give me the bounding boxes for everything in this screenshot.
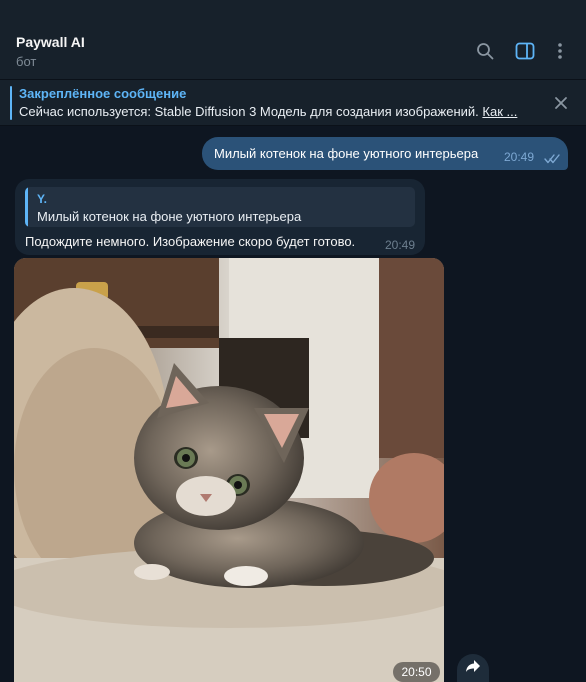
photo-time: 20:50 bbox=[393, 662, 440, 682]
incoming-message-time: 20:49 bbox=[385, 238, 416, 252]
search-icon[interactable] bbox=[474, 40, 496, 62]
outgoing-message-text: Милый котенок на фоне уютного интерьера bbox=[214, 146, 479, 161]
outgoing-message-time: 20:49 bbox=[504, 150, 535, 164]
generated-image[interactable] bbox=[14, 258, 444, 682]
chat-title: Paywall AI bbox=[16, 34, 85, 50]
reply-text: Милый котенок на фоне уютного интерьера bbox=[37, 209, 302, 224]
close-icon[interactable] bbox=[550, 92, 572, 114]
pinned-text: Сейчас используется: Stable Diffusion 3 … bbox=[19, 104, 517, 119]
outgoing-message[interactable]: Милый котенок на фоне уютного интерьера … bbox=[202, 137, 568, 170]
more-vertical-icon[interactable] bbox=[549, 40, 571, 62]
reply-accent-bar bbox=[25, 187, 28, 227]
forward-arrow-icon bbox=[465, 659, 481, 678]
incoming-message-text: Подождите немного. Изображение скоро буд… bbox=[25, 234, 356, 249]
chat-subtitle: бот bbox=[16, 54, 37, 69]
pinned-message[interactable]: Закреплённое сообщение Сейчас использует… bbox=[0, 80, 586, 126]
pinned-accent-bar bbox=[10, 86, 12, 120]
reply-quote[interactable]: Y. Милый котенок на фоне уютного интерье… bbox=[25, 187, 415, 227]
double-check-icon bbox=[544, 151, 560, 169]
reply-author: Y. bbox=[37, 192, 48, 206]
window-top-strip bbox=[0, 0, 586, 24]
kitten-image bbox=[14, 258, 444, 682]
sidebar-toggle-icon[interactable] bbox=[514, 40, 536, 62]
forward-button[interactable] bbox=[457, 654, 489, 682]
incoming-message[interactable]: Y. Милый котенок на фоне уютного интерье… bbox=[15, 179, 425, 255]
pinned-title: Закреплённое сообщение bbox=[19, 86, 187, 101]
pinned-text-body: Сейчас используется: Stable Diffusion 3 … bbox=[19, 104, 479, 119]
pinned-link[interactable]: Как ... bbox=[482, 104, 517, 119]
chat-header[interactable]: Paywall AI бот bbox=[0, 24, 586, 80]
